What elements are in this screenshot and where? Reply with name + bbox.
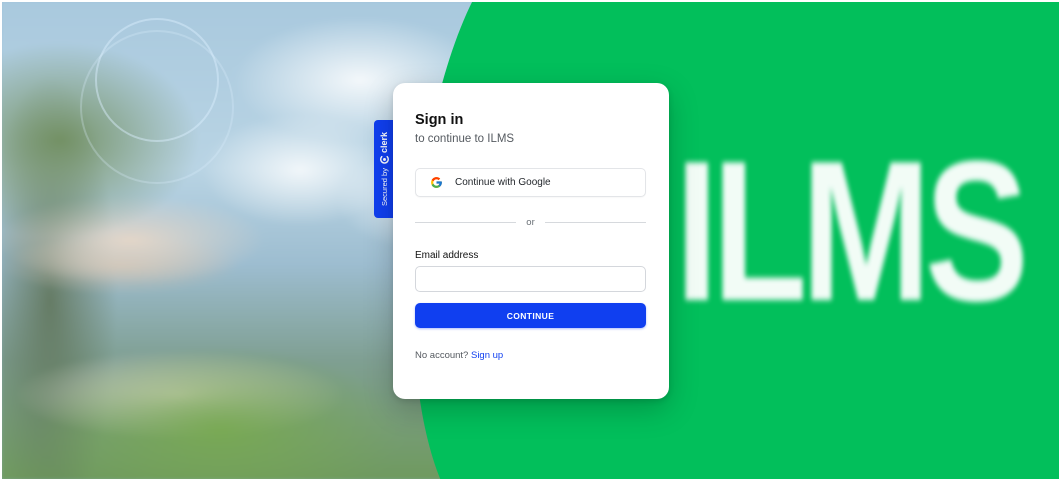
sign-up-prompt: No account? Sign up (415, 350, 647, 361)
or-divider: or (415, 217, 647, 228)
background-ring (80, 30, 234, 184)
clerk-brand-label: clerk (379, 132, 390, 154)
brand-logo-text: ILMS (675, 120, 1029, 343)
no-account-text: No account? (415, 350, 469, 361)
sign-in-page: ILMS Secured by clerk Sign in to continu… (0, 0, 1061, 481)
clerk-logo-icon (379, 155, 389, 164)
divider-or-text: or (526, 217, 535, 228)
google-icon (431, 177, 442, 188)
google-button-label: Continue with Google (455, 177, 551, 188)
sign-in-card: Sign in to continue to ILMS Continue wit… (393, 83, 669, 399)
sign-up-link[interactable]: Sign up (471, 350, 503, 361)
divider-line (415, 222, 517, 223)
divider-line (544, 222, 647, 223)
secured-by-clerk-badge[interactable]: Secured by clerk (374, 120, 394, 218)
continue-with-google-button[interactable]: Continue with Google (415, 168, 646, 197)
continue-button[interactable]: CONTINUE (415, 303, 646, 328)
email-address-input[interactable] (415, 266, 646, 292)
secured-by-label: Secured by (379, 168, 389, 206)
sign-in-subtitle: to continue to ILMS (415, 133, 515, 145)
email-address-label: Email address (415, 250, 479, 261)
clerk-brand: clerk (379, 132, 389, 164)
sign-in-title: Sign in (415, 112, 464, 128)
